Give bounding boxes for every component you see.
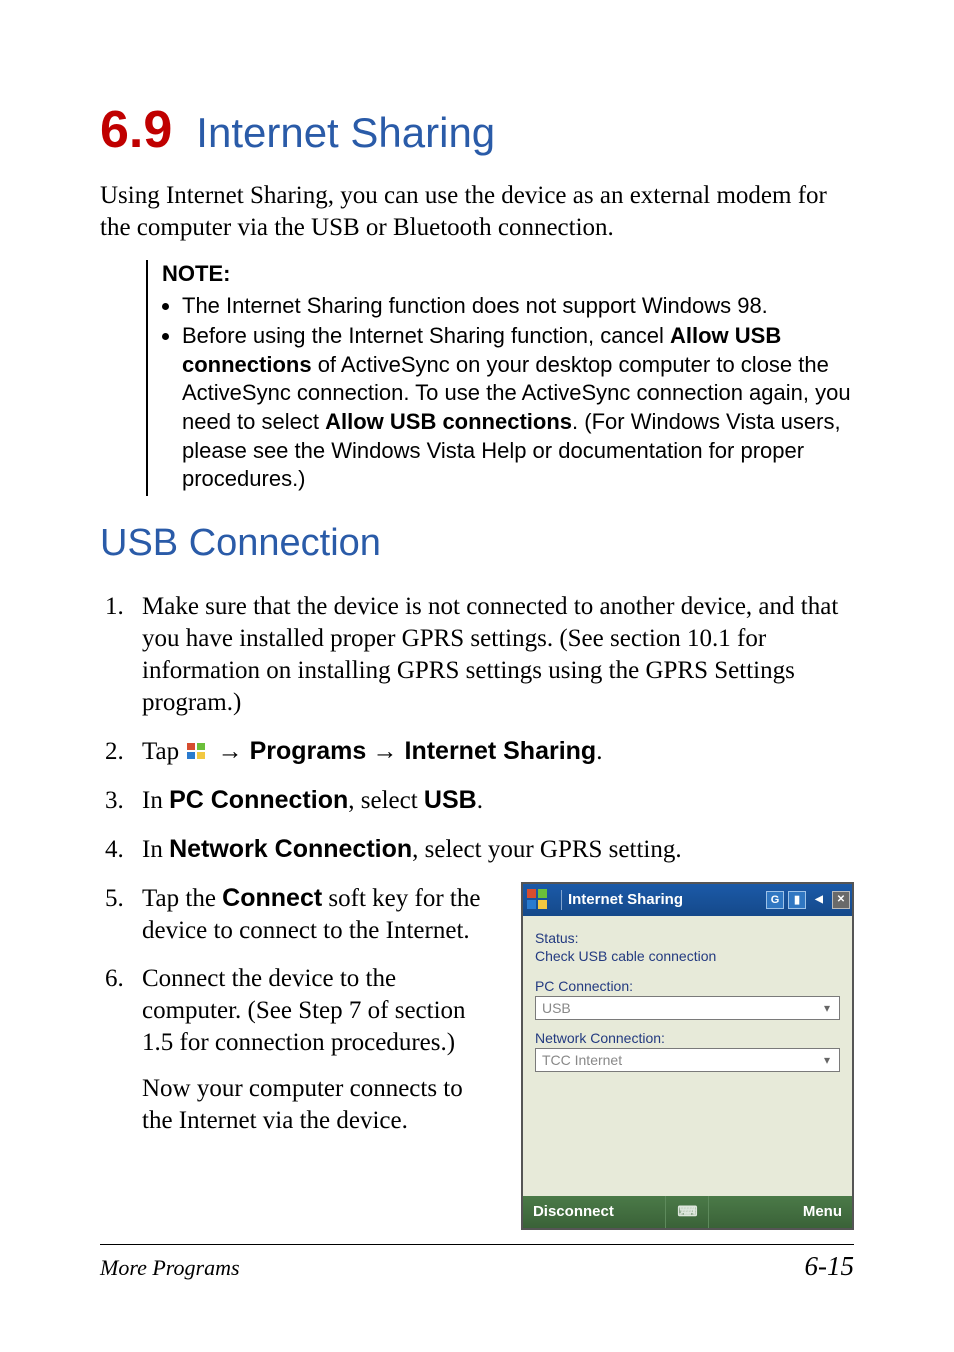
pc-connection-label: PC Connection: — [535, 978, 840, 994]
section-heading: 6.9 Internet Sharing — [100, 100, 854, 160]
volume-icon[interactable] — [810, 891, 828, 909]
steps-list: Make sure that the device is not connect… — [100, 591, 854, 866]
device-title: Internet Sharing — [568, 891, 683, 908]
keyboard-icon[interactable]: ⌨ — [665, 1196, 709, 1228]
device-screenshot: Internet Sharing G ▮ Status: Check USB c… — [521, 882, 854, 1230]
softkey-disconnect[interactable]: Disconnect — [523, 1196, 666, 1228]
step-4: In Network Connection, select your GPRS … — [130, 833, 854, 866]
pc-connection-value: USB — [542, 1000, 571, 1016]
page: 6.9 Internet Sharing Using Internet Shar… — [0, 0, 954, 1352]
step-4-pre: In — [142, 836, 169, 863]
footer-section: More Programs — [100, 1255, 240, 1281]
pc-connection-dropdown[interactable]: USB ▾ — [535, 996, 840, 1020]
arrow-icon: → — [373, 737, 405, 765]
step-6-result: Now your computer connects to the Intern… — [142, 1073, 499, 1137]
step-5-pre: Tap the — [142, 885, 222, 912]
split-row: Tap the Connect soft key for the device … — [100, 882, 854, 1230]
intro-paragraph: Using Internet Sharing, you can use the … — [100, 180, 854, 244]
step-1: Make sure that the device is not connect… — [130, 591, 854, 719]
step-5: Tap the Connect soft key for the device … — [130, 882, 499, 947]
steps-list-cont: Tap the Connect soft key for the device … — [100, 882, 499, 1137]
device-soft-key-bar: Disconnect ⌨ Menu — [523, 1196, 852, 1228]
step-6: Connect the device to the computer. (See… — [130, 963, 499, 1137]
note-item-2: Before using the Internet Sharing functi… — [182, 322, 854, 494]
windows-start-icon[interactable] — [527, 889, 551, 911]
network-connection-label: Network Connection: — [535, 1030, 840, 1046]
device-body: Status: Check USB cable connection PC Co… — [523, 916, 852, 1196]
step-6-text: Connect the device to the computer. (See… — [142, 965, 466, 1056]
gprs-g-icon[interactable]: G — [766, 891, 784, 909]
section-title: Internet Sharing — [196, 109, 495, 156]
note-item-1: The Internet Sharing function does not s… — [182, 292, 854, 321]
step-2-programs: Programs — [250, 737, 367, 765]
section-number: 6.9 — [100, 101, 172, 159]
step-5-b1: Connect — [222, 884, 322, 912]
note-item-2-a: Before using the Internet Sharing functi… — [182, 323, 670, 348]
step-3-b1: PC Connection — [169, 786, 348, 814]
note-item-2-bold2: Allow USB connections — [325, 409, 572, 434]
arrow-icon: → — [218, 737, 250, 765]
note-content: NOTE: The Internet Sharing function does… — [148, 260, 854, 496]
close-icon[interactable] — [832, 891, 850, 909]
network-connection-dropdown[interactable]: TCC Internet ▾ — [535, 1048, 840, 1072]
status-label: Status: — [535, 930, 840, 946]
note-block: NOTE: The Internet Sharing function does… — [146, 260, 854, 496]
network-connection-value: TCC Internet — [542, 1052, 622, 1068]
page-footer: More Programs 6-15 — [100, 1244, 854, 1282]
softkey-left-label: Disconnect — [533, 1203, 614, 1220]
chevron-down-icon: ▾ — [819, 1053, 835, 1067]
step-3-post: . — [477, 787, 483, 814]
divider — [561, 890, 562, 910]
note-list: The Internet Sharing function does not s… — [162, 292, 854, 494]
note-label: NOTE: — [162, 260, 854, 289]
step-4-post: , select your GPRS setting. — [412, 836, 681, 863]
softkey-right-label: Menu — [803, 1203, 842, 1220]
signal-icon[interactable]: ▮ — [788, 891, 806, 909]
left-column: Tap the Connect soft key for the device … — [100, 882, 499, 1153]
step-3-b2: USB — [424, 786, 477, 814]
chevron-down-icon: ▾ — [819, 1001, 835, 1015]
step-4-b1: Network Connection — [169, 835, 412, 863]
step-2-pre: Tap — [142, 738, 185, 765]
windows-start-icon — [187, 743, 209, 761]
subsection-heading: USB Connection — [100, 522, 854, 565]
step-2-post: . — [596, 738, 602, 765]
status-value: Check USB cable connection — [535, 948, 840, 964]
step-2-internet-sharing: Internet Sharing — [405, 737, 597, 765]
device-title-bar: Internet Sharing G ▮ — [523, 884, 852, 916]
step-3-pre: In — [142, 787, 169, 814]
step-2: Tap → Programs → Internet Sharing. — [130, 735, 854, 768]
system-tray: G ▮ — [766, 891, 852, 909]
footer-page-number: 6-15 — [805, 1251, 855, 1282]
softkey-menu[interactable]: Menu — [709, 1196, 852, 1228]
step-3-mid: , select — [348, 787, 424, 814]
step-3: In PC Connection, select USB. — [130, 784, 854, 817]
